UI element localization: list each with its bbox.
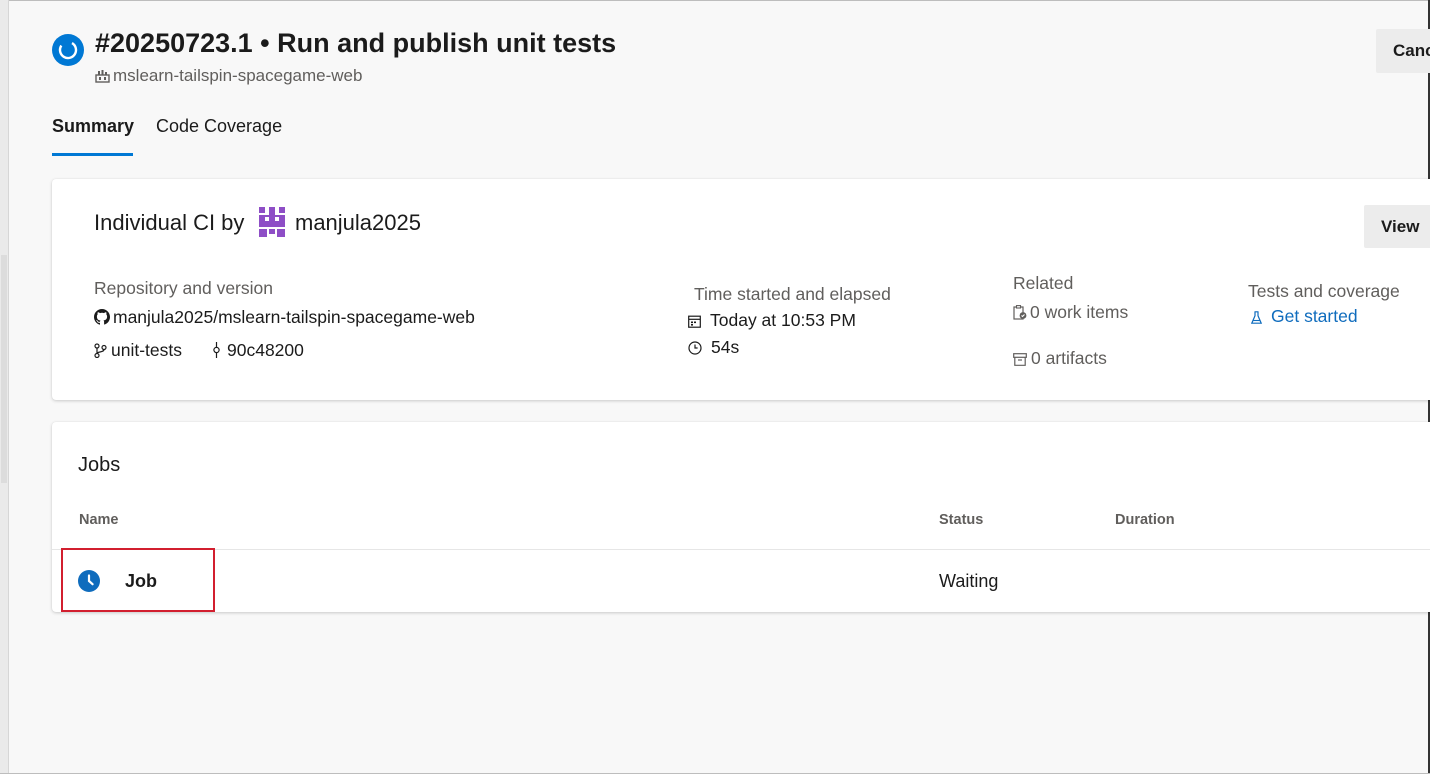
pipeline-link[interactable]: mslearn-tailspin-spacegame-web (95, 66, 362, 88)
artifact-icon (1013, 350, 1027, 371)
job-status: Waiting (939, 571, 999, 591)
highlight-box (61, 548, 215, 612)
work-item-icon (1013, 304, 1027, 325)
commit-id: 90c48200 (227, 340, 304, 360)
elapsed-value: 54s (711, 337, 740, 357)
left-pane-edge (0, 0, 9, 774)
work-items-count: 0 work items (1030, 302, 1129, 322)
calendar-icon (688, 312, 701, 333)
table-row[interactable]: Job Waiting (52, 550, 1430, 610)
start-time-value: Today at 10:53 PM (710, 310, 856, 330)
beaker-icon (1250, 308, 1263, 329)
commit-icon (212, 342, 221, 363)
related-heading: Related (1013, 273, 1074, 293)
pipeline-name: mslearn-tailspin-spacegame-web (113, 66, 363, 85)
pipeline-icon (95, 68, 110, 88)
jobs-card: Jobs Name Status Duration Job Waiting (52, 422, 1430, 612)
repository-link[interactable]: manjula2025/mslearn-tailspin-spacegame-w… (94, 307, 475, 330)
tab-summary[interactable]: Summary (52, 116, 134, 137)
column-header-duration: Duration (1115, 512, 1175, 528)
time-heading: Time started and elapsed (694, 284, 891, 304)
artifacts-link[interactable]: 0 artifacts (1013, 348, 1107, 371)
get-started-label: Get started (1271, 306, 1358, 326)
cancel-button[interactable]: Canc (1376, 29, 1430, 73)
github-icon (94, 309, 110, 330)
repository-name: manjula2025/mslearn-tailspin-spacegame-w… (113, 307, 475, 327)
branch-link[interactable]: unit-tests (94, 340, 182, 363)
view-button[interactable]: View (1364, 205, 1430, 248)
clock-outline-icon (688, 339, 702, 360)
tab-code-coverage[interactable]: Code Coverage (156, 116, 282, 137)
run-title: #20250723.1 • Run and publish unit tests (95, 28, 617, 58)
branch-name: unit-tests (111, 340, 182, 360)
column-header-name: Name (79, 512, 119, 528)
trigger-text: Individual CI by (94, 210, 245, 235)
summary-card: Individual CI by manjula2025 View Reposi… (52, 179, 1430, 400)
user-avatar (257, 207, 287, 237)
artifacts-count: 0 artifacts (1031, 348, 1107, 368)
start-time: Today at 10:53 PM (688, 310, 856, 333)
column-header-status: Status (939, 512, 984, 528)
branch-icon (94, 342, 107, 363)
jobs-title: Jobs (78, 454, 121, 476)
work-items-link[interactable]: 0 work items (1013, 302, 1128, 325)
scrollbar-thumb[interactable] (1, 255, 7, 483)
active-tab-indicator (52, 153, 133, 156)
in-progress-icon (52, 34, 84, 66)
trigger-user[interactable]: manjula2025 (295, 210, 421, 236)
repository-heading: Repository and version (94, 278, 273, 298)
get-started-link[interactable]: Get started (1250, 306, 1358, 329)
elapsed-time: 54s (688, 337, 739, 360)
tests-heading: Tests and coverage (1248, 281, 1400, 301)
window-top-border (0, 0, 1430, 1)
commit-link[interactable]: 90c48200 (212, 340, 304, 363)
